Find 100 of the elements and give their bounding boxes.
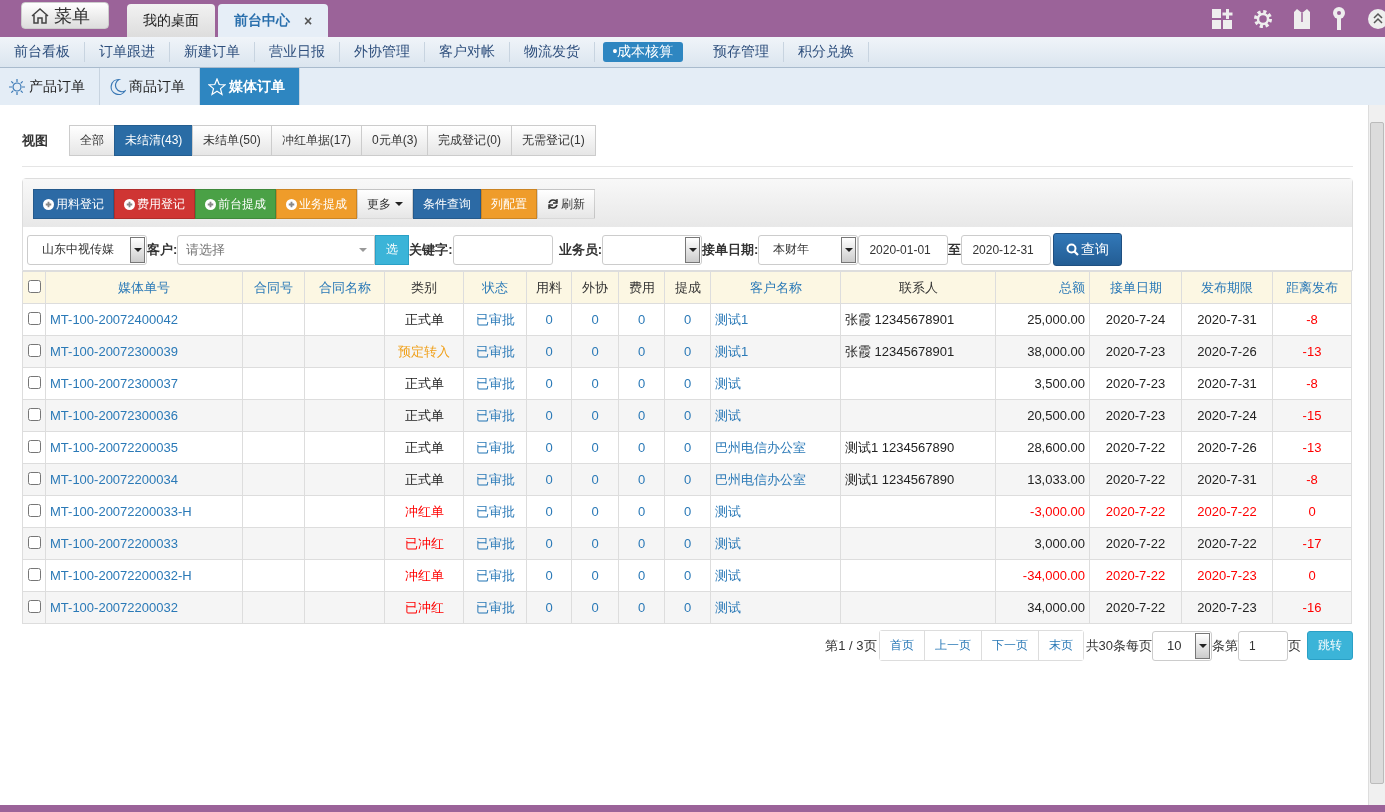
toolbar-button[interactable]: 更多 [357, 189, 413, 219]
row-checkbox[interactable] [27, 599, 41, 613]
row-checkbox[interactable] [27, 439, 41, 453]
row-checkbox[interactable] [27, 471, 41, 485]
search-button[interactable]: 查询 [1053, 233, 1123, 266]
nav-item[interactable]: 订单跟进 [85, 42, 170, 62]
table-cell: 3,000.00 [1034, 536, 1085, 551]
select-all-checkbox[interactable] [27, 279, 41, 293]
column-header[interactable]: 接单日期 [1089, 271, 1182, 304]
customer-link[interactable]: 测试1 [715, 311, 749, 327]
shirt-icon[interactable] [1293, 7, 1311, 30]
date-label: 接单日期: [702, 240, 759, 259]
row-checkbox[interactable] [27, 343, 41, 357]
nav-item[interactable]: 外协管理 [340, 42, 425, 62]
close-icon[interactable]: × [304, 12, 313, 29]
table-cell: 2020-7-23 [1197, 600, 1257, 615]
table-cell: 0 [591, 568, 599, 583]
date-from-field[interactable]: 2020-01-01 [858, 234, 949, 265]
row-checkbox[interactable] [27, 311, 41, 325]
toolbar-button[interactable]: 条件查询 [413, 189, 481, 219]
menu-button[interactable]: 菜单 [21, 2, 109, 29]
customer-link[interactable]: 测试1 [715, 343, 749, 359]
collapse-icon[interactable] [1367, 7, 1385, 30]
row-checkbox[interactable] [27, 535, 41, 549]
nav-item[interactable]: 营业日报 [255, 42, 340, 62]
table-cell: 2020-7-24 [1105, 312, 1166, 327]
window-tab[interactable]: 我的桌面 [127, 4, 215, 37]
nav-item[interactable]: 客户对帐 [425, 42, 510, 62]
view-filter-button[interactable]: 未结清(43) [114, 125, 194, 156]
add-widget-icon[interactable] [1211, 7, 1233, 30]
item-text: 条第 [1212, 636, 1238, 655]
sub-tab[interactable]: 媒体订单 [200, 68, 300, 105]
page-size-select[interactable]: 10 [1152, 630, 1212, 661]
customer-link[interactable]: 测试 [715, 599, 741, 615]
page-number-field[interactable]: 1 [1238, 630, 1288, 661]
company-select[interactable]: 山东中视传媒 [27, 234, 147, 265]
table-cell: 0 [637, 312, 646, 327]
caret-icon[interactable] [359, 247, 368, 252]
row-checkbox[interactable] [27, 407, 41, 421]
table-cell: 2020-7-24 [1197, 408, 1257, 423]
pager-button[interactable]: 末页 [1037, 631, 1083, 660]
nav-item[interactable]: 前台看板 [0, 42, 85, 62]
nav-item[interactable]: 新建订单 [170, 42, 255, 62]
customer-link[interactable]: 测试 [715, 407, 741, 423]
window-tab[interactable]: 前台中心 × [218, 4, 329, 37]
nav-item[interactable]: 预存管理 [699, 42, 784, 62]
search-icon [1066, 243, 1080, 256]
to-label: 至 [948, 240, 962, 259]
table-cell: 0 [683, 472, 692, 487]
view-filter-button[interactable]: 0元单(3) [361, 125, 429, 156]
customer-link[interactable]: 测试 [715, 535, 741, 551]
table-cell: 0 [683, 536, 692, 551]
column-header[interactable]: 客户名称 [710, 271, 841, 304]
toolbar-button[interactable]: 前台提成 [195, 189, 276, 219]
settings-icon[interactable] [1253, 8, 1273, 29]
toolbar-button[interactable]: 刷新 [537, 189, 595, 219]
customer-link[interactable]: 测试 [715, 375, 741, 391]
table-cell: 预定转入 [398, 343, 450, 359]
customer-link[interactable]: 测试 [715, 503, 741, 519]
column-header[interactable]: 合同号 [242, 271, 305, 304]
table-cell: 0 [545, 344, 553, 359]
view-filter-button[interactable]: 未结单(50) [192, 125, 272, 156]
salesman-select[interactable] [602, 234, 703, 265]
nav-item[interactable]: 物流发货 [510, 42, 595, 62]
table-cell: 3,500.00 [1034, 376, 1085, 391]
table-cell: 0 [591, 376, 599, 391]
nav-item[interactable]: 积分兑换 [784, 42, 869, 62]
table-cell: 已冲红 [404, 535, 444, 551]
column-header[interactable]: 媒体单号 [45, 271, 243, 304]
table-cell: 0 [637, 600, 646, 615]
plus-icon [124, 198, 135, 210]
view-filter-button[interactable]: 完成登记(0) [427, 125, 513, 156]
view-filter-button[interactable]: 冲红单据(17) [270, 125, 363, 156]
column-header[interactable]: 状态 [463, 271, 527, 304]
row-checkbox[interactable] [27, 503, 41, 517]
column-header[interactable]: 发布期限 [1181, 271, 1273, 304]
table-cell: 0 [545, 440, 553, 455]
view-filter-button[interactable]: 无需登记(1) [511, 125, 596, 156]
table-cell: 正式单 [404, 375, 444, 391]
date-to-field[interactable]: 2020-12-31 [961, 234, 1052, 265]
nav-item[interactable]: •成本核算 [603, 42, 683, 62]
table-cell: 20,500.00 [1027, 408, 1085, 423]
scrollbar[interactable] [1368, 105, 1385, 805]
column-header[interactable]: 合同名称 [304, 271, 385, 304]
column-header[interactable]: 距离发布 [1272, 271, 1352, 304]
customer-field[interactable]: 请选择 [177, 234, 376, 265]
period-select[interactable]: 本财年 [758, 234, 859, 265]
table-cell: 2020-7-22 [1105, 568, 1166, 583]
row-checkbox[interactable] [27, 567, 41, 581]
key-icon[interactable] [1331, 6, 1347, 31]
row-checkbox[interactable] [27, 375, 41, 389]
table-cell: 0 [545, 472, 553, 487]
plus-icon [205, 198, 216, 210]
view-filter-button[interactable]: 全部 [69, 125, 115, 156]
toolbar-button[interactable]: 费用登记 [114, 189, 195, 219]
toolbar-button[interactable]: 用料登记 [33, 189, 114, 219]
keyword-field[interactable] [452, 234, 553, 265]
table-cell: 0 [683, 568, 692, 583]
customer-link[interactable]: 测试 [715, 567, 741, 583]
column-header[interactable]: 总额 [995, 271, 1090, 304]
